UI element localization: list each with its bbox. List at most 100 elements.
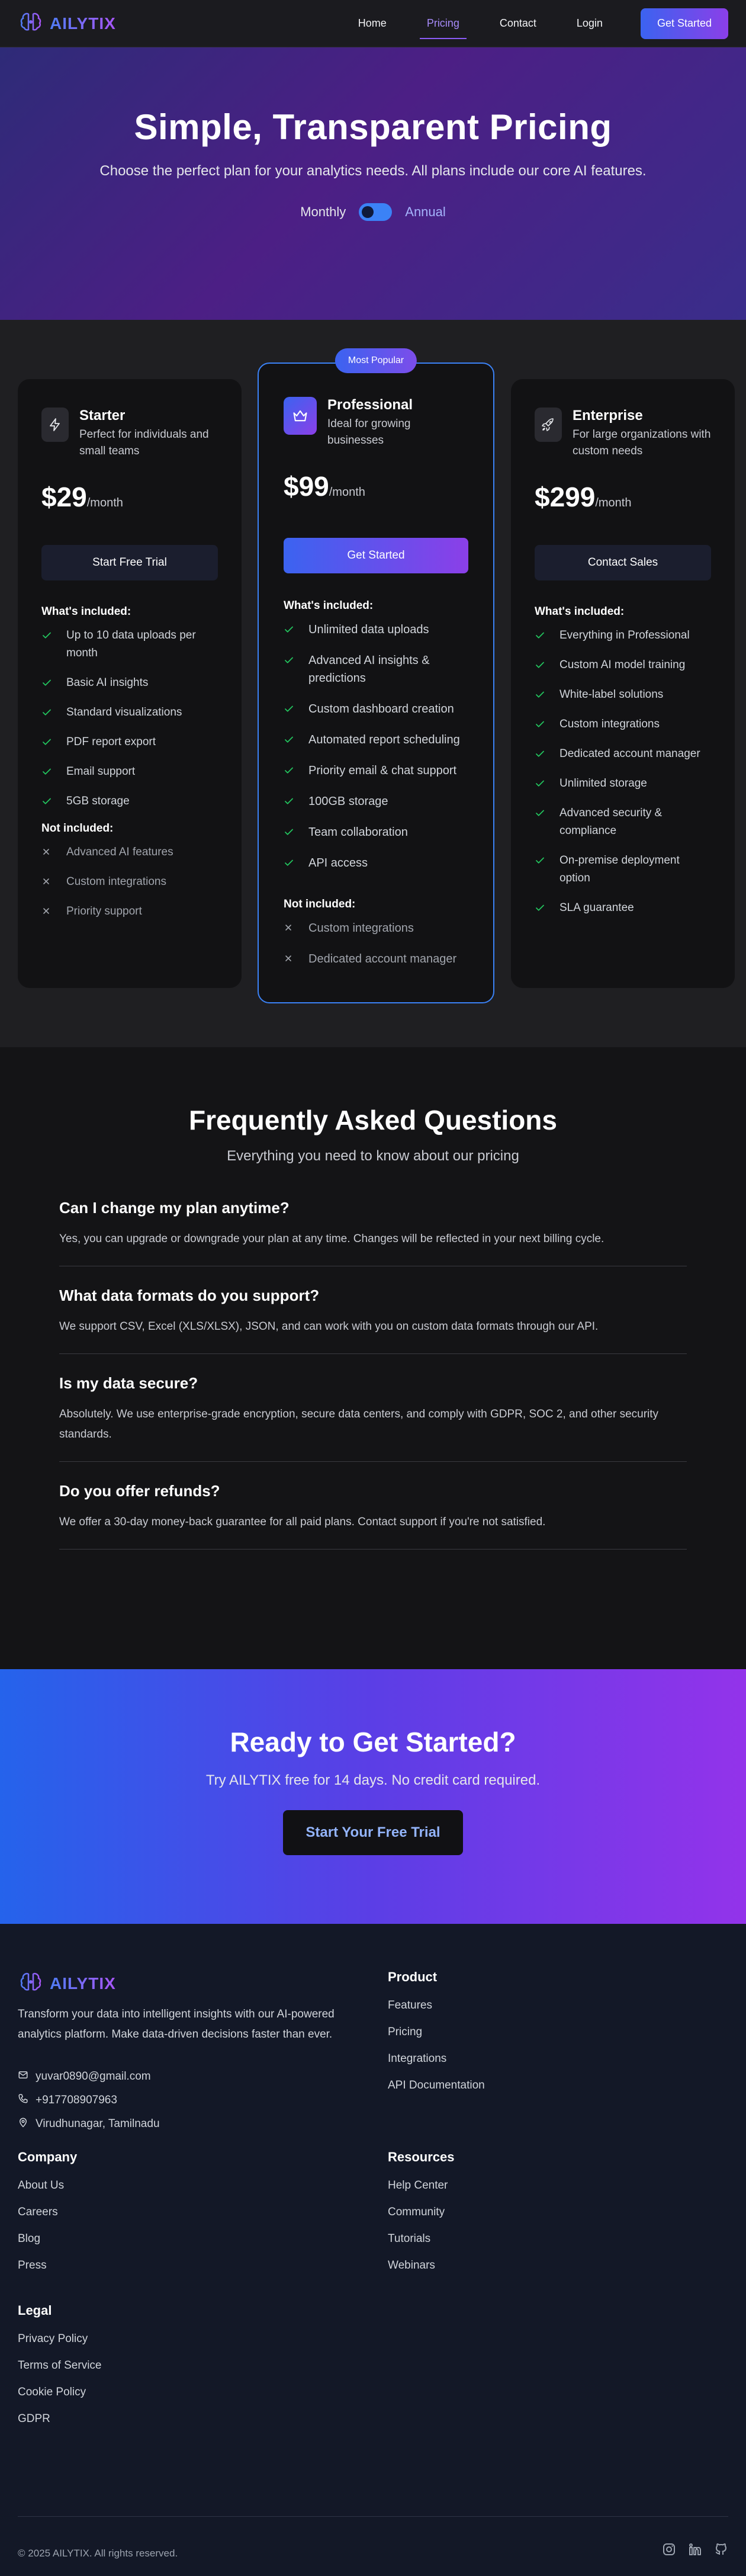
get-started-plan-button[interactable]: Get Started — [284, 538, 468, 573]
nav-login[interactable]: Login — [557, 0, 623, 47]
check-icon — [535, 804, 545, 840]
feature-label: Advanced security & compliance — [560, 807, 663, 837]
github-icon[interactable] — [714, 2542, 728, 2559]
excluded-feature-item: Dedicated account manager — [284, 950, 468, 968]
excluded-feature-item: Custom integrations — [41, 873, 218, 891]
not-included-list: Custom integrations Dedicated account man… — [284, 919, 468, 968]
start-free-trial-cta-button[interactable]: Start Your Free Trial — [283, 1810, 463, 1855]
footer-link-terms[interactable]: Terms of Service — [18, 2359, 101, 2386]
check-icon — [535, 627, 545, 644]
footer-link-features[interactable]: Features — [388, 1999, 485, 2026]
contact-email[interactable]: yuvar0890@gmail.com — [18, 2065, 160, 2089]
faq-item: Do you offer refunds? We offer a 30-day … — [59, 1482, 687, 1550]
check-icon — [284, 762, 294, 779]
feature-label: Dedicated account manager — [308, 952, 457, 965]
nav-pricing[interactable]: Pricing — [407, 0, 480, 47]
top-nav: AILYTIX Home Pricing Contact Login Get S… — [0, 0, 746, 47]
billing-toggle[interactable] — [359, 203, 393, 221]
toggle-annual-label[interactable]: Annual — [405, 204, 446, 220]
footer-col-title: Legal — [18, 2303, 52, 2318]
plan-name: Professional — [327, 397, 413, 413]
x-icon — [284, 950, 294, 968]
feature-label: Priority email & chat support — [308, 764, 457, 777]
included-feature-item: Basic AI insights — [41, 674, 218, 692]
nav-links: Home Pricing Contact Login Get Started — [338, 0, 728, 47]
footer-link-tutorials[interactable]: Tutorials — [388, 2232, 455, 2259]
footer-link-community[interactable]: Community — [388, 2206, 455, 2232]
brand-logo[interactable]: AILYTIX — [18, 9, 116, 38]
included-feature-item: Dedicated account manager — [535, 745, 711, 763]
plan-name: Enterprise — [573, 408, 643, 424]
excluded-feature-item: Priority support — [41, 903, 218, 920]
footer-link-privacy[interactable]: Privacy Policy — [18, 2333, 101, 2359]
contact-sales-button[interactable]: Contact Sales — [535, 545, 711, 580]
x-icon — [41, 873, 52, 891]
pricing-section: Starter Perfect for individuals and smal… — [0, 320, 746, 1047]
included-feature-item: Priority email & chat support — [284, 762, 468, 779]
start-free-trial-button[interactable]: Start Free Trial — [41, 545, 218, 580]
check-icon — [284, 700, 294, 718]
included-feature-item: Unlimited storage — [535, 775, 711, 793]
check-icon — [535, 686, 545, 704]
linkedin-icon[interactable] — [688, 2542, 702, 2559]
contact-phone[interactable]: +917708907963 — [18, 2089, 160, 2112]
check-icon — [41, 704, 52, 721]
footer-link-pricing[interactable]: Pricing — [388, 2026, 485, 2052]
faq-question: What data formats do you support? — [59, 1287, 320, 1304]
instagram-icon[interactable] — [662, 2542, 676, 2559]
contact-email-text: yuvar0890@gmail.com — [36, 2070, 151, 2083]
included-title: What's included: — [41, 605, 131, 618]
feature-label: Custom integrations — [560, 718, 660, 730]
feature-label: API access — [308, 856, 368, 870]
included-feature-item: 5GB storage — [41, 793, 218, 810]
footer-link-careers[interactable]: Careers — [18, 2206, 77, 2232]
nav-home[interactable]: Home — [338, 0, 407, 47]
nav-contact[interactable]: Contact — [480, 0, 557, 47]
footer-link-press[interactable]: Press — [18, 2259, 77, 2286]
feature-label: SLA guarantee — [560, 902, 634, 914]
faq-answer: We support CSV, Excel (XLS/XLSX), JSON, … — [59, 1320, 599, 1333]
toggle-monthly-label[interactable]: Monthly — [300, 204, 346, 220]
footer-link-about[interactable]: About Us — [18, 2179, 77, 2206]
faq-answer: We offer a 30-day money-back guarantee f… — [59, 1516, 546, 1528]
included-feature-item: PDF report export — [41, 733, 218, 751]
feature-label: White-label solutions — [560, 688, 664, 701]
feature-label: Custom AI model training — [560, 659, 686, 671]
check-icon — [284, 731, 294, 749]
feature-label: Team collaboration — [308, 826, 408, 839]
brand-name: AILYTIX — [50, 14, 116, 33]
footer-link-webinars[interactable]: Webinars — [388, 2259, 455, 2286]
cta-title: Ready to Get Started? — [230, 1727, 516, 1757]
contact-location: Virudhunagar, Tamilnadu — [18, 2112, 160, 2136]
footer-link-gdpr[interactable]: GDPR — [18, 2413, 101, 2439]
check-icon — [41, 793, 52, 810]
get-started-button[interactable]: Get Started — [640, 8, 728, 39]
faq-question: Do you offer refunds? — [59, 1482, 220, 1500]
included-feature-item: Automated report scheduling — [284, 731, 468, 749]
check-icon — [284, 823, 294, 841]
feature-label: On-premise deployment option — [560, 854, 680, 884]
feature-label: Email support — [66, 765, 136, 778]
faq-subtitle: Everything you need to know about our pr… — [227, 1148, 519, 1164]
footer-link-help-center[interactable]: Help Center — [388, 2179, 455, 2206]
not-included-title: Not included: — [284, 898, 356, 910]
included-feature-item: 100GB storage — [284, 793, 468, 810]
plan-name: Starter — [79, 408, 126, 424]
footer-brand-logo[interactable]: AILYTIX — [18, 1969, 116, 1998]
faq-question: Is my data secure? — [59, 1374, 198, 1392]
footer-link-cookie[interactable]: Cookie Policy — [18, 2386, 101, 2413]
toggle-knob — [362, 206, 374, 218]
faq-item: Can I change my plan anytime? Yes, you c… — [59, 1199, 687, 1266]
footer-link-blog[interactable]: Blog — [18, 2232, 77, 2259]
included-feature-item: Custom integrations — [535, 716, 711, 733]
check-icon — [284, 652, 294, 687]
hero-section: Simple, Transparent Pricing Choose the p… — [0, 47, 746, 320]
not-included-title: Not included: — [41, 822, 114, 835]
footer-link-integrations[interactable]: Integrations — [388, 2052, 485, 2079]
footer-link-api-docs[interactable]: API Documentation — [388, 2079, 485, 2106]
plan-description: Perfect for individuals and small teams — [79, 428, 209, 457]
feature-label: Advanced AI insights & predictions — [308, 654, 430, 685]
x-icon — [284, 919, 294, 937]
included-feature-item: Advanced security & compliance — [535, 804, 711, 840]
included-title: What's included: — [535, 605, 625, 618]
